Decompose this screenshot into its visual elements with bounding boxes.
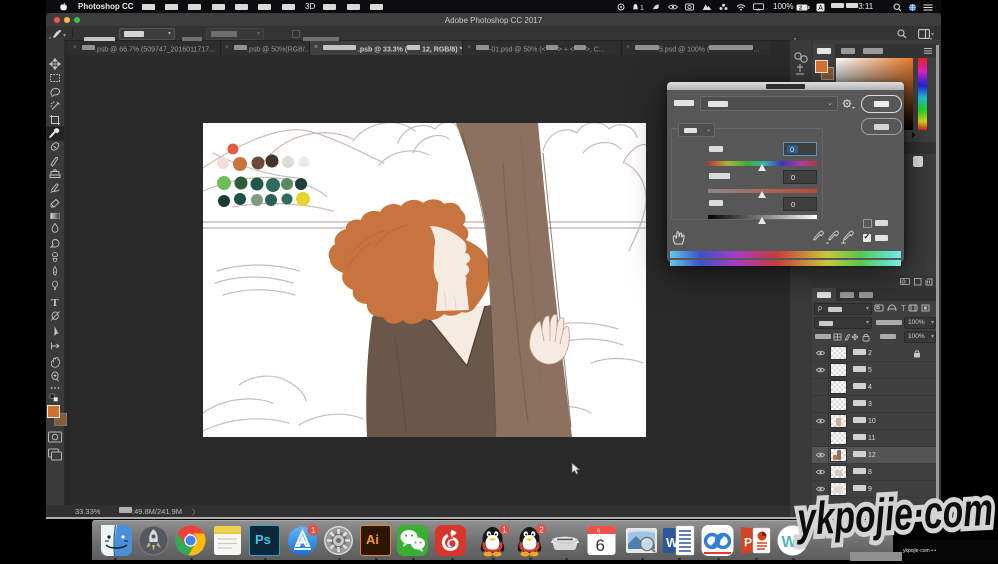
svg-text:T: T — [901, 304, 906, 313]
svg-text:T: T — [51, 297, 59, 309]
svg-text:6: 6 — [596, 536, 605, 555]
svg-text:1: 1 — [640, 5, 644, 11]
svg-text:1: 1 — [502, 525, 507, 534]
svg-text:1: 1 — [311, 526, 316, 535]
svg-text:W: W — [666, 535, 679, 550]
svg-text:6: 6 — [597, 529, 600, 535]
svg-text:2: 2 — [539, 525, 544, 534]
svg-text:A: A — [818, 5, 823, 12]
svg-text:P: P — [744, 536, 752, 550]
svg-text:2: 2 — [799, 5, 802, 10]
svg-text:ykpojie·com: ykpojie·com — [794, 483, 994, 545]
